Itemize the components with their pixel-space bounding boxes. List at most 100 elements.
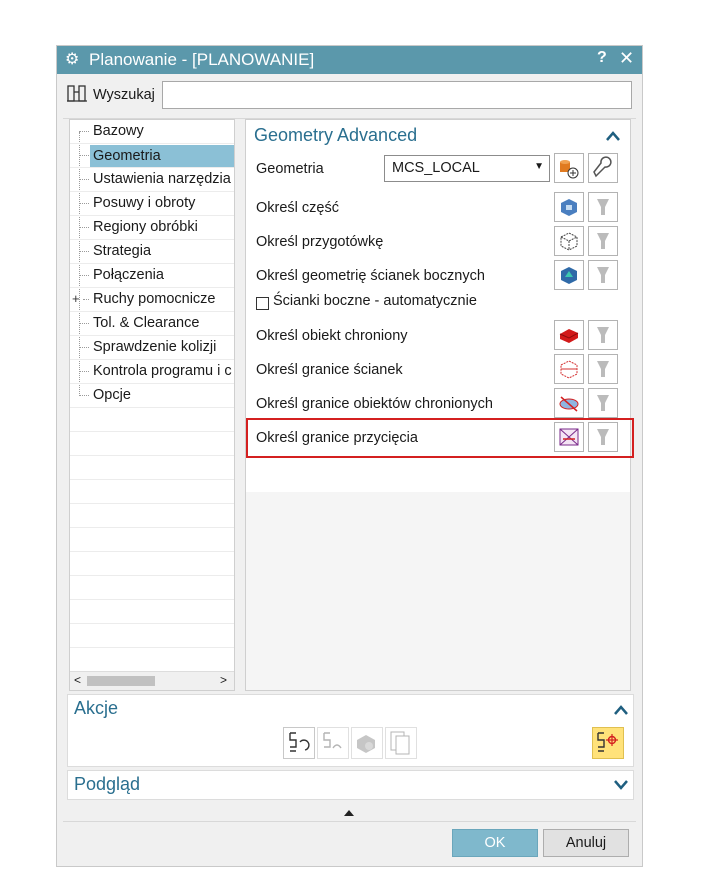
scroll-left-icon[interactable]: <: [74, 673, 81, 687]
flashlight-icon: [597, 361, 609, 377]
edit-geometry-button[interactable]: [588, 153, 618, 183]
specify-check-boundary-button[interactable]: [554, 388, 584, 418]
tree-item-regiony[interactable]: Regiony obróbki: [70, 216, 234, 240]
display-wall-boundary-button[interactable]: [588, 354, 618, 384]
wall-boundary-icon: [560, 360, 578, 379]
tree-empty-row: [70, 432, 234, 456]
list-button[interactable]: [385, 727, 417, 759]
analyze-icon: [597, 732, 618, 752]
display-blank-button[interactable]: [588, 226, 618, 256]
tree-empty-row: [70, 648, 234, 672]
tree-item-bazowy[interactable]: Bazowy: [70, 120, 234, 144]
auto-side-walls-label: Ścianki boczne - automatycznie: [273, 293, 477, 309]
list-icon: [390, 731, 410, 755]
flashlight-icon: [597, 395, 609, 411]
tree-item-label: Sprawdzenie kolizji: [93, 339, 217, 355]
tree-empty-row: [70, 480, 234, 504]
collapse-up-icon[interactable]: [614, 705, 628, 715]
search-row: Wyszukaj: [57, 74, 642, 118]
ok-button[interactable]: OK: [452, 829, 538, 857]
geometry-select-value: MCS_LOCAL: [392, 160, 480, 176]
scrollbar-thumb[interactable]: [87, 676, 155, 686]
auto-side-walls-checkbox[interactable]: [256, 297, 269, 310]
flashlight-icon: [597, 199, 609, 215]
row-label-wall-boundary: Określ granice ścianek: [256, 362, 403, 378]
tree-item-label: Strategia: [93, 243, 152, 259]
new-geometry-button[interactable]: [554, 153, 584, 183]
row-label-part: Określ część: [256, 200, 339, 216]
close-button[interactable]: ✕: [619, 48, 634, 69]
tree-item-label: Regiony obróbki: [93, 219, 198, 235]
check-boundary-icon: [559, 396, 579, 412]
part-icon: [561, 199, 577, 216]
check-body-icon: [559, 329, 579, 343]
verify-button[interactable]: [351, 727, 383, 759]
tree-item-tolerance[interactable]: Tol. & Clearance: [70, 312, 234, 336]
chevron-down-icon: ▼: [534, 161, 544, 172]
geometry-panel: Geometry Advanced Geometria MCS_LOCAL ▼ …: [245, 119, 631, 691]
tree-item-opcje[interactable]: Opcje: [70, 384, 234, 408]
tree-empty-row: [70, 504, 234, 528]
tree-item-label: Ustawienia narzędzia: [93, 171, 231, 187]
window-title: Planowanie - [PLANOWANIE]: [89, 50, 315, 69]
expand-icon[interactable]: +: [72, 291, 80, 306]
navigation-tree: Bazowy Geometria Ustawienia narzędzia Po…: [69, 119, 235, 691]
tree-item-sprawdzenie-kolizji[interactable]: Sprawdzenie kolizji: [70, 336, 234, 360]
tree-item-ruchy-pomocnicze[interactable]: + Ruchy pomocnicze: [70, 288, 234, 312]
cancel-button[interactable]: Anuluj: [543, 829, 629, 857]
display-part-button[interactable]: [588, 192, 618, 222]
flashlight-icon: [597, 233, 609, 249]
help-button[interactable]: ?: [597, 49, 607, 67]
scroll-right-icon[interactable]: >: [220, 673, 227, 687]
generate-button[interactable]: [283, 727, 315, 759]
verify-icon: [357, 735, 375, 753]
horizontal-scrollbar[interactable]: < >: [70, 671, 234, 690]
specify-wall-geometry-button[interactable]: [554, 260, 584, 290]
actions-section: Akcje: [67, 694, 634, 767]
highlight-frame: [246, 418, 634, 458]
preview-title[interactable]: Podgląd: [74, 774, 140, 795]
specify-check-body-button[interactable]: [554, 320, 584, 350]
specify-blank-button[interactable]: [554, 226, 584, 256]
collapse-triangle-icon[interactable]: [344, 810, 354, 816]
title-bar: ⚙ Planowanie - [PLANOWANIE] ? ✕: [57, 46, 642, 74]
tree-item-label: Opcje: [93, 387, 131, 403]
section-title: Geometry Advanced: [254, 125, 418, 145]
binoculars-icon: [67, 85, 87, 102]
wrench-icon: [593, 156, 612, 178]
tree-empty-row: [70, 456, 234, 480]
tree-item-label: Posuwy i obroty: [93, 195, 196, 211]
tree-item-kontrola-programu[interactable]: Kontrola programu i c: [70, 360, 234, 384]
row-label-wall-geometry: Określ geometrię ścianek bocznych: [256, 268, 485, 284]
specify-wall-boundary-button[interactable]: [554, 354, 584, 384]
actions-title[interactable]: Akcje: [74, 698, 118, 719]
collapse-up-icon[interactable]: [606, 131, 620, 141]
tree-item-label: Tol. & Clearance: [93, 315, 200, 331]
tree-empty-row: [70, 624, 234, 648]
tree-empty-row: [70, 600, 234, 624]
tree-item-strategia[interactable]: Strategia: [70, 240, 234, 264]
tree-item-label: Połączenia: [93, 267, 164, 283]
blank-icon: [560, 232, 578, 251]
display-check-boundary-button[interactable]: [588, 388, 618, 418]
tree-empty-row: [70, 408, 234, 432]
gear-icon: ⚙: [65, 51, 80, 68]
tree-item-polaczenia[interactable]: Połączenia: [70, 264, 234, 288]
search-input[interactable]: [162, 81, 632, 109]
tree-item-ustawienia-narzedzia[interactable]: Ustawienia narzędzia: [70, 168, 234, 192]
tree-item-posuwy[interactable]: Posuwy i obroty: [70, 192, 234, 216]
tree-item-label: Kontrola programu i c: [93, 363, 232, 379]
row-label-blank: Określ przygotówkę: [256, 234, 384, 250]
expand-down-icon[interactable]: [614, 780, 628, 790]
display-check-body-button[interactable]: [588, 320, 618, 350]
flashlight-icon: [597, 327, 609, 343]
analyze-button[interactable]: [592, 727, 624, 759]
display-wall-geometry-button[interactable]: [588, 260, 618, 290]
tree-item-geometria[interactable]: Geometria: [70, 144, 234, 168]
geometry-select[interactable]: MCS_LOCAL ▼: [384, 155, 550, 182]
tree-empty-row: [70, 528, 234, 552]
replay-button[interactable]: [317, 727, 349, 759]
search-label: Wyszukaj: [93, 87, 155, 103]
tree-item-label: Bazowy: [93, 123, 144, 139]
specify-part-button[interactable]: [554, 192, 584, 222]
